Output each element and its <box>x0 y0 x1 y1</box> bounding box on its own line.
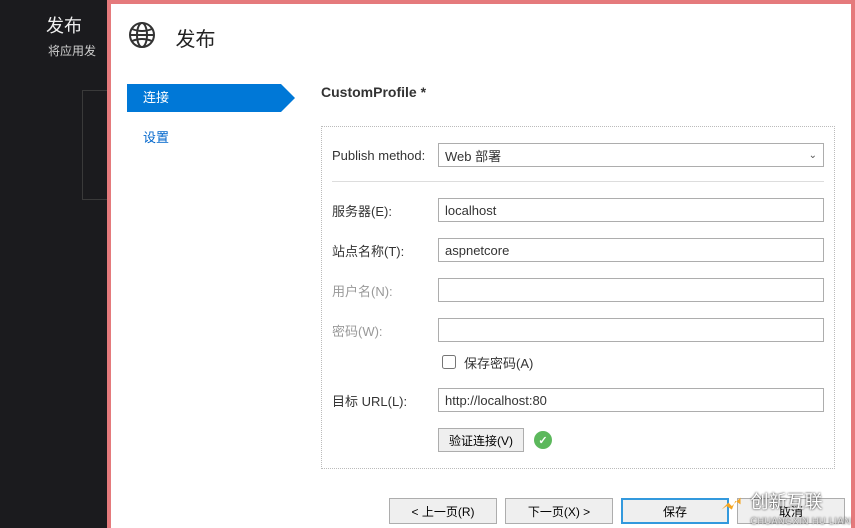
publish-method-label: Publish method: <box>332 148 438 163</box>
nav-connect[interactable]: 连接 <box>127 84 281 112</box>
next-button[interactable]: 下一页(X) > <box>505 498 613 524</box>
password-input[interactable] <box>438 318 824 342</box>
save-password-checkbox[interactable] <box>442 355 456 369</box>
check-icon: ✓ <box>534 431 552 449</box>
nav-column: 连接 设置 <box>127 84 281 480</box>
form-group: Publish method: Web 部署 ⌄ 服务器(E): 站点名称(T)… <box>321 126 835 469</box>
nav-settings[interactable]: 设置 <box>127 124 281 152</box>
content-column: CustomProfile * Publish method: Web 部署 ⌄… <box>281 84 851 480</box>
bg-title: 发布 <box>46 12 82 38</box>
site-label: 站点名称(T): <box>332 241 438 260</box>
prev-button[interactable]: < 上一页(R) <box>389 498 497 524</box>
separator <box>332 181 824 182</box>
validate-button[interactable]: 验证连接(V) <box>438 428 524 452</box>
site-input[interactable] <box>438 238 824 262</box>
server-label: 服务器(E): <box>332 201 438 220</box>
profile-title: CustomProfile * <box>321 84 847 100</box>
url-label: 目标 URL(L): <box>332 391 438 410</box>
dialog-header: 发布 <box>111 4 851 68</box>
dialog-footer: < 上一页(R) 下一页(X) > 保存 取消 <box>389 498 845 524</box>
password-label: 密码(W): <box>332 321 438 340</box>
save-password-label: 保存密码(A) <box>464 353 533 372</box>
cancel-button[interactable]: 取消 <box>737 498 845 524</box>
server-input[interactable] <box>438 198 824 222</box>
chevron-down-icon: ⌄ <box>809 150 817 161</box>
globe-icon <box>127 20 157 55</box>
publish-method-value: Web 部署 <box>445 146 501 165</box>
username-input[interactable] <box>438 278 824 302</box>
save-button[interactable]: 保存 <box>621 498 729 524</box>
username-label: 用户名(N): <box>332 281 438 300</box>
bg-subtitle: 将应用发 <box>48 42 96 59</box>
url-input[interactable] <box>438 388 824 412</box>
dialog-title: 发布 <box>175 23 215 52</box>
publish-method-dropdown[interactable]: Web 部署 ⌄ <box>438 143 824 167</box>
publish-dialog: 发布 连接 设置 CustomProfile * Publish method:… <box>107 0 855 528</box>
